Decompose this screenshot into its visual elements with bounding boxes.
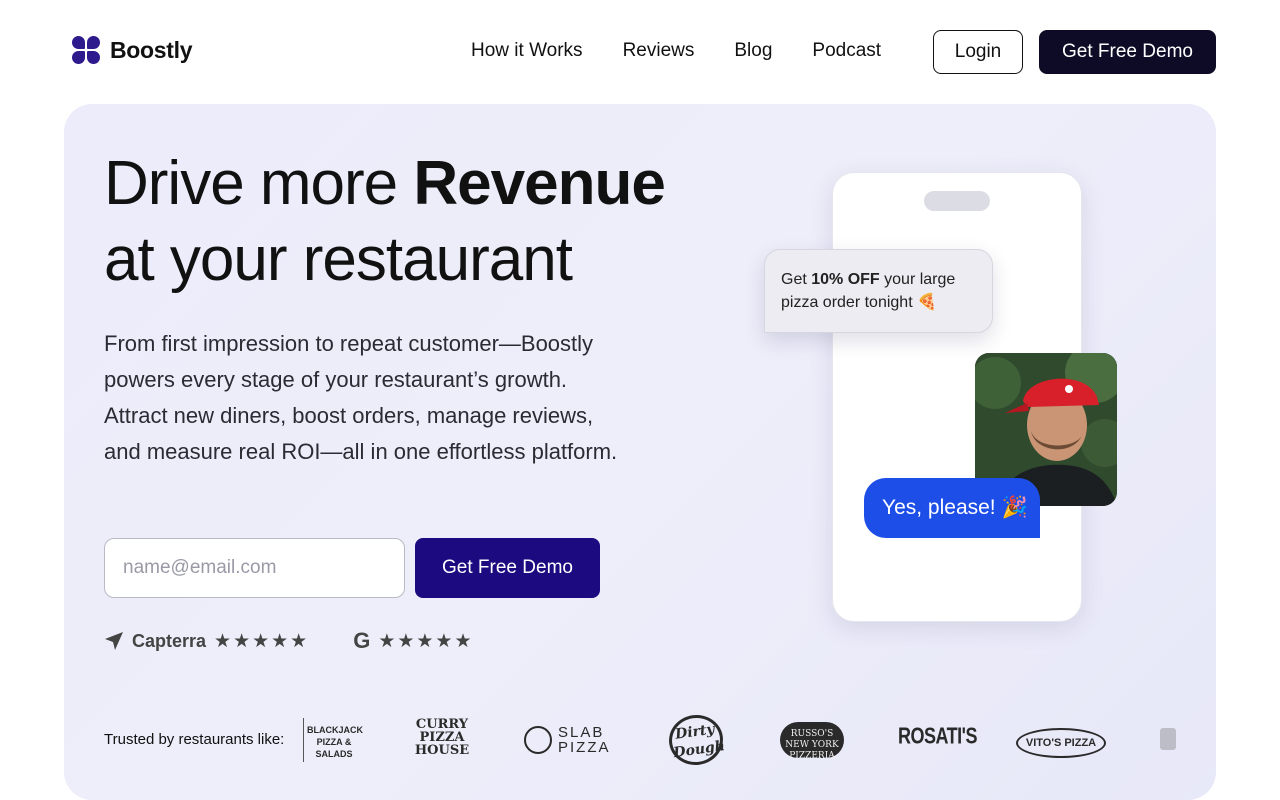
nav-link-how-it-works[interactable]: How it Works: [471, 40, 583, 62]
logo-russos-pizzeria: RUSSO'S NEW YORK PIZZERIA: [780, 722, 844, 761]
offer-prefix: Get: [781, 271, 812, 288]
hero-get-free-demo-button[interactable]: Get Free Demo: [415, 538, 600, 598]
headline-line2: at your restaurant: [104, 225, 573, 294]
capterra-label: Capterra: [132, 630, 207, 651]
logo-partial: [1160, 728, 1176, 750]
nav-link-reviews[interactable]: Reviews: [623, 40, 695, 62]
top-nav: Boostly How it Works Reviews Blog Podcas…: [0, 0, 1280, 104]
trusted-by-label: Trusted by restaurants like:: [104, 731, 285, 748]
logo-blackjack-pizza: BLACKJACK PIZZA & SALADS: [307, 725, 363, 759]
nav-get-free-demo-button[interactable]: Get Free Demo: [1039, 30, 1216, 74]
hero-section: Drive more Revenue at your restaurant Fr…: [64, 104, 1216, 800]
offer-message-bubble: Get 10% OFF your large pizza order tonig…: [764, 249, 993, 333]
phone-notch: [924, 191, 990, 211]
nav-link-blog[interactable]: Blog: [734, 40, 772, 62]
login-button[interactable]: Login: [933, 30, 1023, 74]
hero-headline: Drive more Revenue at your restaurant: [104, 146, 666, 298]
headline-bold: Revenue: [413, 149, 665, 218]
logo-vitos-pizza: VITO'S PIZZA: [1016, 728, 1106, 758]
email-input[interactable]: [104, 538, 405, 598]
nav-link-podcast[interactable]: Podcast: [812, 40, 881, 62]
reply-message-bubble: Yes, please! 🎉: [864, 478, 1040, 538]
boostly-logo-icon: [72, 36, 100, 64]
offer-bold: 10% OFF: [811, 271, 880, 288]
headline-prefix: Drive more: [104, 149, 414, 218]
brand-name: Boostly: [110, 36, 193, 63]
ratings-row: Capterra ★★★★★ G ★★★★★: [104, 628, 474, 654]
logo-slab-pizza: SLAB PIZZA: [524, 724, 614, 756]
slab-pizza-icon: [524, 726, 552, 754]
capterra-rating: Capterra ★★★★★: [104, 630, 309, 653]
nav-links: How it Works Reviews Blog Podcast: [471, 40, 881, 62]
logo-rosatis: ROSATI'S: [898, 722, 977, 749]
capterra-arrow-icon: [105, 632, 123, 650]
hero-subcopy: From first impression to repeat customer…: [104, 331, 618, 464]
brand-logo[interactable]: Boostly: [72, 36, 193, 64]
google-icon: G: [353, 628, 371, 653]
logo-dirty-dough: Dirty Dough: [665, 711, 727, 769]
logo-curry-pizza-house: CURRY PIZZA HOUSE: [414, 717, 470, 758]
google-rating: G ★★★★★: [353, 628, 473, 654]
trusted-divider: [303, 718, 304, 762]
google-stars: ★★★★★: [378, 630, 474, 652]
capterra-stars: ★★★★★: [214, 630, 310, 652]
